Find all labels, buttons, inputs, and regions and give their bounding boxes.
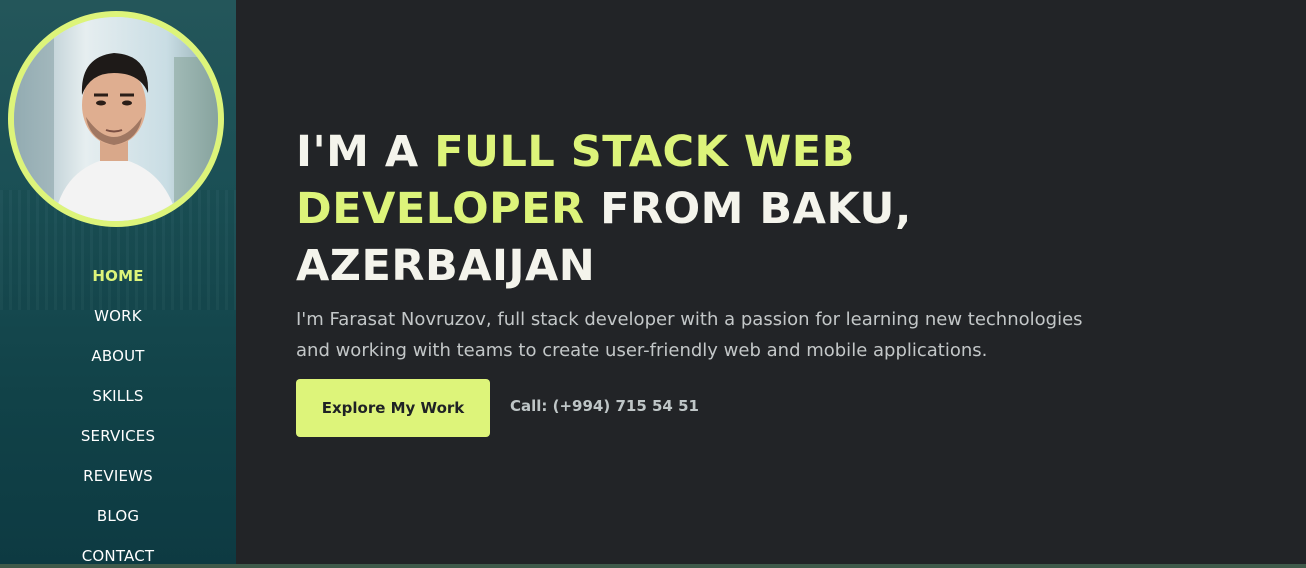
sidebar-nav: HOME WORK ABOUT SKILLS SERVICES REVIEWS … bbox=[0, 264, 236, 568]
avatar-photo bbox=[14, 17, 218, 221]
sidebar: HOME WORK ABOUT SKILLS SERVICES REVIEWS … bbox=[0, 0, 236, 568]
explore-work-button[interactable]: Explore My Work bbox=[296, 379, 490, 437]
hero-section: I'M A FULL STACK WEB DEVELOPER FROM BAKU… bbox=[236, 0, 1306, 568]
hero-intro: I'm Farasat Novruzov, full stack develop… bbox=[296, 309, 1083, 361]
nav-item-about[interactable]: ABOUT bbox=[0, 344, 236, 384]
nav-item-services[interactable]: SERVICES bbox=[0, 424, 236, 464]
nav-item-reviews[interactable]: REVIEWS bbox=[0, 464, 236, 504]
headline-part-1: I'M A bbox=[296, 127, 435, 177]
nav-item-work[interactable]: WORK bbox=[0, 304, 236, 344]
avatar bbox=[8, 11, 224, 227]
bottom-divider bbox=[0, 564, 1306, 568]
phone-link[interactable]: Call: (+994) 715 54 51 bbox=[510, 397, 699, 415]
hero-headline: I'M A FULL STACK WEB DEVELOPER FROM BAKU… bbox=[296, 124, 1016, 295]
nav-item-home[interactable]: HOME bbox=[0, 264, 236, 304]
nav-item-skills[interactable]: SKILLS bbox=[0, 384, 236, 424]
page: HOME WORK ABOUT SKILLS SERVICES REVIEWS … bbox=[0, 0, 1306, 568]
nav-item-blog[interactable]: BLOG bbox=[0, 504, 236, 544]
